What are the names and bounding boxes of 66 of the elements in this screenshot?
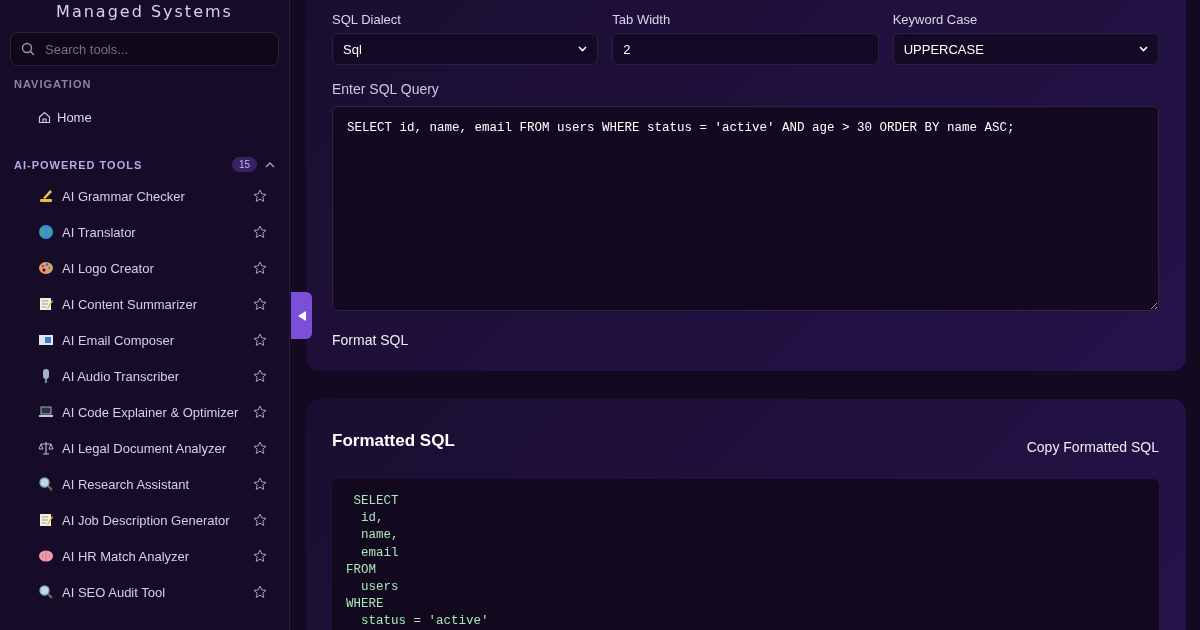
star-icon[interactable] bbox=[253, 261, 267, 275]
star-icon[interactable] bbox=[253, 441, 267, 455]
code-line: status = 'active' bbox=[360, 613, 489, 630]
note-icon bbox=[38, 512, 54, 528]
star-icon[interactable] bbox=[253, 369, 267, 383]
format-button[interactable]: Format SQL bbox=[332, 332, 409, 348]
chevron-down-icon bbox=[578, 46, 588, 52]
pen-icon bbox=[38, 188, 54, 204]
search-field[interactable]: Search tools... bbox=[10, 32, 279, 66]
copy-button[interactable]: Copy Formatted SQL bbox=[1026, 439, 1159, 455]
magnifier-icon bbox=[38, 476, 54, 492]
dropdown[interactable]: Sql bbox=[332, 33, 599, 65]
house-icon bbox=[38, 111, 51, 124]
star-icon[interactable] bbox=[253, 477, 267, 491]
tool-item[interactable]: AI SEO Audit Tool bbox=[10, 574, 279, 610]
field-label: Keyword Case bbox=[892, 12, 979, 27]
star-icon[interactable] bbox=[253, 225, 267, 239]
code-line: id, bbox=[360, 510, 384, 528]
section-heading: NAVIGATION bbox=[14, 78, 93, 90]
palette-icon bbox=[38, 260, 54, 276]
code-line: SELECT bbox=[352, 493, 399, 510]
tool-item[interactable]: AI Content Summarizer bbox=[10, 286, 279, 322]
star-icon[interactable] bbox=[253, 585, 267, 599]
tool-item[interactable]: AI Translator bbox=[10, 214, 279, 250]
tool-item[interactable]: AI Legal Document Analyzer bbox=[10, 430, 279, 466]
code-line: FROM bbox=[346, 561, 376, 579]
star-icon[interactable] bbox=[253, 189, 267, 203]
chevron-down-icon bbox=[1139, 46, 1148, 52]
section-title: Formatted SQL bbox=[332, 431, 455, 451]
field-label: Enter SQL Query bbox=[332, 81, 440, 97]
triangle-left-icon bbox=[297, 310, 306, 321]
brand-title: Managed Systems bbox=[55, 2, 234, 23]
input-field[interactable]: 2 bbox=[612, 33, 879, 65]
field-label: Tab Width bbox=[612, 12, 672, 27]
count-badge: 15 bbox=[231, 157, 257, 172]
tool-item[interactable]: AI Logo Creator bbox=[10, 250, 279, 286]
tool-item[interactable]: AI Grammar Checker bbox=[10, 178, 279, 214]
star-icon[interactable] bbox=[253, 513, 267, 527]
tool-item[interactable]: AI Audio Transcriber bbox=[10, 358, 279, 394]
note-icon bbox=[38, 296, 54, 312]
scales-icon bbox=[38, 440, 54, 456]
code-line: email bbox=[360, 544, 399, 562]
home-link[interactable]: Home bbox=[38, 110, 279, 125]
globe-icon bbox=[38, 224, 54, 240]
star-icon[interactable] bbox=[253, 549, 267, 563]
dropdown[interactable]: UPPERCASE bbox=[892, 33, 1159, 65]
field-label: SQL Dialect bbox=[332, 12, 402, 27]
code-line: name, bbox=[360, 527, 399, 545]
tool-item[interactable]: AI Code Explainer & Optimizer bbox=[10, 394, 279, 430]
code-line: WHERE bbox=[346, 596, 384, 614]
laptop-icon bbox=[38, 404, 54, 420]
section-heading: AI-POWERED TOOLS bbox=[14, 158, 144, 171]
tool-item[interactable]: AI HR Match Analyzer bbox=[10, 538, 279, 574]
chevron-icon[interactable] bbox=[265, 161, 275, 168]
tool-item[interactable]: AI Email Composer bbox=[10, 322, 279, 358]
sql-input-field[interactable]: SELECT id, name, email FROM users WHERE status = 'active' AND age > 30 ORDER BY name ASC; bbox=[332, 106, 1159, 311]
envelope-icon bbox=[38, 332, 54, 348]
tool-item[interactable]: AI Job Description Generator bbox=[10, 502, 279, 538]
star-icon[interactable] bbox=[253, 297, 267, 311]
star-icon[interactable] bbox=[253, 333, 267, 347]
star-icon[interactable] bbox=[253, 405, 267, 419]
magnifier-icon bbox=[38, 584, 54, 600]
tool-item[interactable]: AI Research Assistant bbox=[10, 466, 279, 502]
collapse-button[interactable] bbox=[291, 292, 312, 339]
brain-icon bbox=[38, 548, 54, 564]
code-line: users bbox=[360, 579, 399, 596]
